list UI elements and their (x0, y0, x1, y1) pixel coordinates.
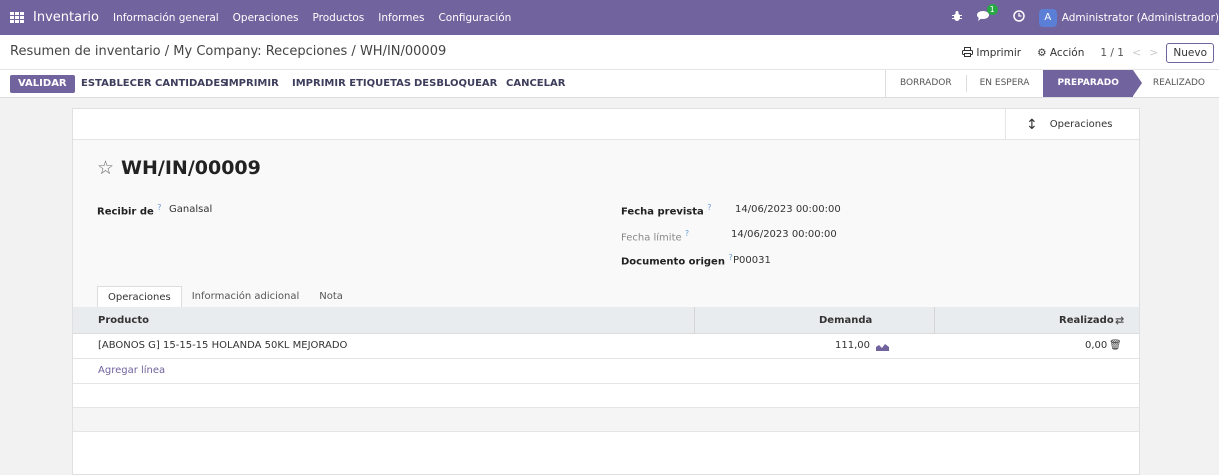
origin-document-field[interactable]: P00031 (733, 255, 771, 266)
cancel-button[interactable]: CANCELAR (506, 78, 565, 89)
button-box: ↕ Operaciones (73, 109, 1139, 140)
tab-note[interactable]: Nota (309, 286, 353, 308)
record-title-row: ☆ WH/IN/00009 (97, 157, 261, 179)
status-waiting[interactable]: EN ESPERA (966, 70, 1044, 97)
debug-bug-icon[interactable] (951, 10, 963, 25)
status-draft[interactable]: BORRADOR (886, 70, 967, 97)
add-line-row: Agregar línea (73, 359, 1139, 384)
chat-icon[interactable]: 1 (976, 4, 998, 25)
app-brand[interactable]: Inventario (33, 10, 99, 25)
scheduled-date-label: Fecha prevista ? (621, 203, 712, 218)
form-tabs: Operaciones Información adicional Nota (97, 286, 353, 308)
empty-row (73, 408, 1139, 432)
print-labels-button[interactable]: IMPRIMIR ETIQUETAS (292, 78, 411, 89)
status-done[interactable]: REALIZADO (1133, 70, 1219, 97)
pager-next-icon[interactable]: > (1149, 46, 1158, 59)
star-icon[interactable]: ☆ (97, 157, 114, 179)
origin-document-label: Documento origen ? (621, 253, 733, 268)
menu-reports[interactable]: Informes (378, 12, 424, 24)
row-done[interactable]: 0,00 (1085, 340, 1107, 351)
receive-from-label: Recibir de ? (97, 203, 162, 218)
deadline-field[interactable]: 14/06/2023 00:00:00 (731, 229, 837, 240)
add-line-link[interactable]: Agregar línea (98, 365, 165, 376)
table-header: Producto Demanda Realizado ⇄ (73, 307, 1139, 334)
status-ready[interactable]: PREPARADO (1043, 70, 1143, 97)
new-button[interactable]: Nuevo (1166, 42, 1214, 63)
tab-operations[interactable]: Operaciones (97, 286, 182, 308)
action-label: Acción (1049, 46, 1085, 59)
print-label: Imprimir (976, 46, 1022, 59)
menu-operations[interactable]: Operaciones (233, 12, 299, 24)
unlock-button[interactable]: DESBLOQUEAR (414, 78, 497, 89)
top-navbar: Inventario Información general Operacion… (0, 0, 1219, 35)
deadline-label: Fecha límite ? (621, 229, 690, 244)
help-icon: ? (684, 229, 690, 238)
header-product[interactable]: Producto (98, 315, 149, 326)
header-demand[interactable]: Demanda (819, 315, 872, 326)
operations-smart-button[interactable]: ↕ Operaciones (1005, 109, 1139, 140)
pager-value[interactable]: 1 / 1 (1100, 47, 1124, 59)
menu-configuration[interactable]: Configuración (438, 12, 511, 24)
set-quantities-button[interactable]: ESTABLECER CANTIDADES (81, 78, 227, 89)
empty-row (73, 384, 1139, 408)
user-avatar[interactable]: A (1038, 8, 1057, 27)
control-panel: Resumen de inventario / My Company: Rece… (0, 35, 1219, 70)
operations-smart-label: Operaciones (1049, 119, 1113, 130)
print-button[interactable]: Imprimir (962, 46, 1022, 59)
header-done[interactable]: Realizado (1059, 315, 1114, 326)
row-product[interactable]: [ABONOS G] 15-15-15 HOLANDA 50KL MEJORAD… (98, 340, 347, 351)
status-bar: BORRADOR EN ESPERA PREPARADO REALIZADO (884, 70, 1219, 97)
clock-icon[interactable] (1013, 10, 1025, 25)
record-title: WH/IN/00009 (121, 157, 261, 179)
forecast-chart-icon[interactable] (876, 342, 889, 351)
receive-from-field[interactable]: Ganalsal (169, 204, 212, 215)
breadcrumb[interactable]: Resumen de inventario / My Company: Rece… (10, 44, 446, 59)
help-icon: ? (707, 203, 712, 212)
gear-icon: ⚙ (1037, 46, 1047, 59)
menu-products[interactable]: Productos (313, 12, 365, 24)
action-bar: VALIDAR ESTABLECER CANTIDADES IMPRIMIR I… (0, 70, 1219, 98)
menu-general-info[interactable]: Información general (113, 12, 219, 24)
pager-prev-icon[interactable]: < (1132, 46, 1141, 59)
help-icon: ? (157, 203, 162, 212)
print-action-button[interactable]: IMPRIMIR (225, 78, 279, 89)
row-demand[interactable]: 111,00 (835, 340, 870, 351)
chat-badge: 1 (986, 4, 998, 15)
form-body: ☆ WH/IN/00009 Recibir de ? Ganalsal Fech… (73, 140, 1139, 308)
printer-icon (962, 46, 974, 57)
tab-additional-info[interactable]: Información adicional (182, 286, 310, 308)
action-button[interactable]: ⚙ Acción (1037, 47, 1084, 59)
operations-table: Producto Demanda Realizado ⇄ [ABONOS G] … (73, 307, 1139, 432)
apps-menu-icon[interactable] (10, 11, 24, 24)
user-menu[interactable]: Administrator (Administrador) (1062, 12, 1219, 24)
trash-icon[interactable]: 🗑 (1109, 340, 1122, 351)
optional-columns-icon[interactable]: ⇄ (1115, 314, 1124, 327)
validate-button[interactable]: VALIDAR (10, 75, 75, 93)
table-row[interactable]: [ABONOS G] 15-15-15 HOLANDA 50KL MEJORAD… (73, 334, 1139, 359)
vertical-arrows-icon: ↕ (1026, 116, 1038, 133)
form-sheet: ↕ Operaciones ☆ WH/IN/00009 Recibir de ?… (72, 108, 1140, 475)
scheduled-date-field[interactable]: 14/06/2023 00:00:00 (735, 204, 841, 215)
